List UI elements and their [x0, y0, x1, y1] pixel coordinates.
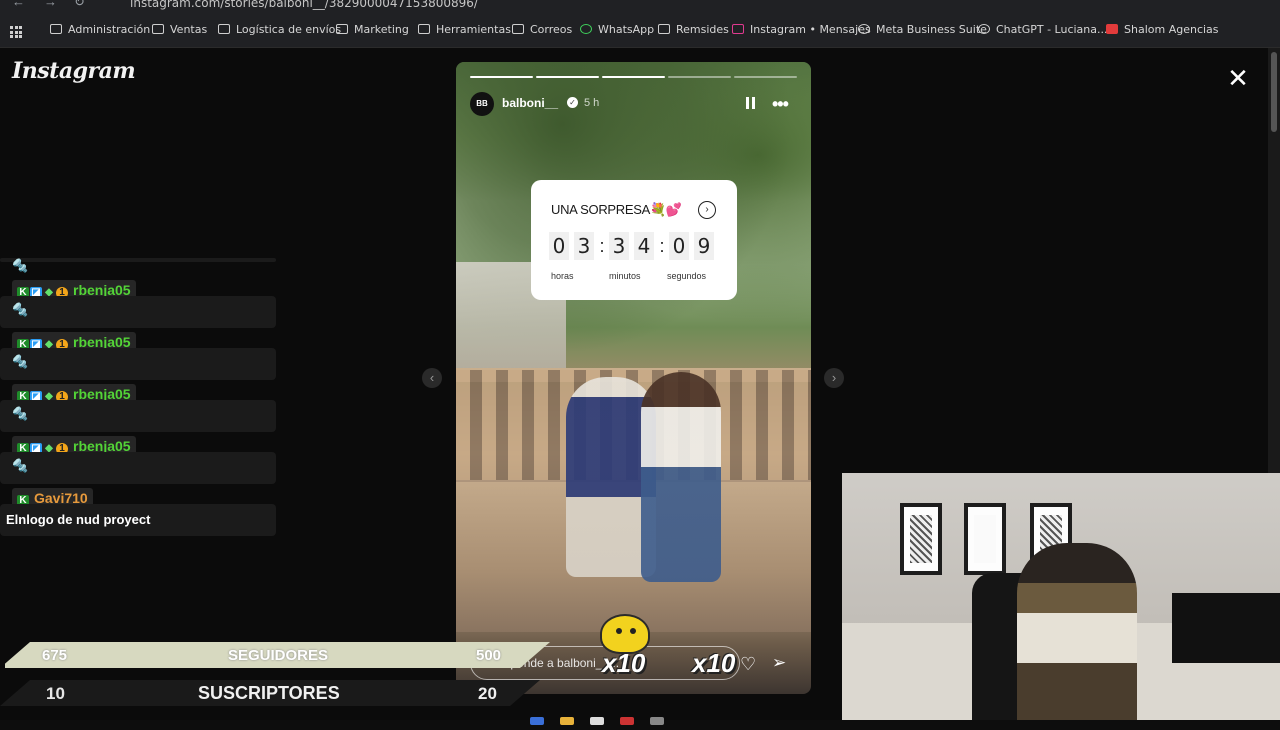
countdown-label-minutes: minutos: [609, 271, 641, 281]
followers-label: SEGUIDORES: [228, 647, 329, 664]
verified-icon: ✓: [567, 97, 578, 108]
countdown-label-seconds: segundos: [667, 271, 707, 281]
bookmark-logistica[interactable]: Logística de envíos: [218, 23, 341, 36]
webcam-overlay: [842, 473, 1280, 720]
chat-message: [0, 296, 276, 328]
countdown-digit: 9: [694, 232, 714, 260]
countdown-digit: 0: [549, 232, 569, 260]
folder-icon: [218, 24, 230, 34]
wall-frame: [900, 503, 942, 575]
taskbar-app-icon[interactable]: [650, 717, 664, 725]
multiplier-label: x10: [692, 648, 736, 678]
followers-current: 675: [42, 647, 68, 664]
chevron-right-icon[interactable]: ›: [698, 201, 716, 219]
bookmark-meta-business[interactable]: Meta Business Suite: [858, 23, 987, 36]
send-icon[interactable]: ➢: [772, 653, 786, 673]
reload-icon[interactable]: ↻: [74, 0, 85, 10]
heart-icon[interactable]: ♡: [740, 654, 756, 675]
folder-icon: [418, 24, 430, 34]
bookmark-instagram-mensajes[interactable]: Instagram • Mensajes: [732, 23, 871, 36]
bookmark-administracion[interactable]: Administración: [50, 23, 150, 36]
bookmark-shalom[interactable]: Shalom Agencias: [1106, 23, 1219, 36]
story-image-person: [641, 372, 721, 582]
bookmark-ventas[interactable]: Ventas: [152, 23, 207, 36]
taskbar-app-icon[interactable]: [560, 717, 574, 725]
apps-grid-icon[interactable]: [10, 26, 22, 38]
wall-frame: [964, 503, 1006, 575]
previous-story-button[interactable]: ‹: [422, 368, 442, 388]
subscribers-current: 10: [46, 684, 65, 703]
folder-icon: [512, 24, 524, 34]
folder-icon: [336, 24, 348, 34]
story-username[interactable]: balboni__: [502, 96, 558, 110]
instagram-logo[interactable]: Instagram: [12, 58, 136, 84]
multiplier-label: x10: [602, 648, 646, 678]
browser-top-bar: ← → ↻ instagram.com/stories/balboni__/38…: [0, 0, 1280, 12]
chat-message: [0, 348, 276, 380]
folder-icon: [50, 24, 62, 34]
chat-message: [0, 452, 276, 484]
taskbar-app-icon[interactable]: [530, 717, 544, 725]
bookmark-whatsapp[interactable]: WhatsApp: [580, 23, 654, 36]
countdown-digit: 4: [634, 232, 654, 260]
story-card[interactable]: BB balboni__ ✓ 5 h ••• UNA SORPRESA💐💕 › …: [456, 62, 811, 694]
bookmark-marketing[interactable]: Marketing: [336, 23, 409, 36]
avatar[interactable]: BB: [470, 92, 494, 116]
chat-emote: 🔩: [12, 302, 29, 317]
countdown-digit: 3: [574, 232, 594, 260]
countdown-sticker[interactable]: UNA SORPRESA💐💕 › 0 3 : 3 4 : 0 9 horas m…: [531, 180, 737, 300]
meta-icon: [858, 24, 870, 34]
taskbar-app-icon[interactable]: [620, 717, 634, 725]
shalom-icon: [1106, 24, 1118, 34]
story-time: 5 h: [584, 97, 600, 109]
forward-icon[interactable]: →: [44, 0, 57, 9]
taskbar-app-icon[interactable]: [590, 717, 604, 725]
next-story-button[interactable]: ›: [824, 368, 844, 388]
more-options-icon[interactable]: •••: [772, 94, 789, 115]
whatsapp-icon: [580, 24, 592, 34]
bookmark-remsides[interactable]: Remsides: [658, 23, 729, 36]
monitor: [1172, 593, 1280, 663]
close-icon[interactable]: ✕: [1226, 65, 1250, 91]
countdown-digit: 0: [669, 232, 689, 260]
bookmark-correos[interactable]: Correos: [512, 23, 572, 36]
address-bar[interactable]: instagram.com/stories/balboni__/38290000…: [130, 0, 478, 10]
streamer: [1017, 543, 1137, 720]
chat-emote: 🔩: [12, 458, 29, 473]
chat-emote: 🔩: [12, 406, 29, 421]
story-progress: [470, 76, 797, 78]
chat-emote: 🔩: [12, 354, 29, 369]
pause-icon[interactable]: [746, 97, 756, 109]
bookmark-herramientas[interactable]: Herramientas: [418, 23, 511, 36]
followers-goal-bar: 675 SEGUIDORES 500: [0, 642, 550, 668]
folder-icon: [152, 24, 164, 34]
bookmark-chatgpt[interactable]: ChatGPT - Luciana...: [978, 23, 1108, 36]
sheet-icon: [658, 24, 670, 34]
scrollbar[interactable]: [1268, 48, 1280, 478]
chat-emote: 🔩: [12, 258, 29, 273]
instagram-icon: [732, 24, 744, 34]
countdown-title: UNA SORPRESA💐💕: [551, 202, 682, 217]
countdown-label-hours: horas: [551, 271, 574, 281]
bookmarks-bar: Administración Ventas Logística de envío…: [0, 12, 1280, 48]
chatgpt-icon: [978, 24, 990, 34]
taskbar: [530, 712, 750, 725]
subscribers-goal: 20: [478, 684, 497, 703]
countdown-separator: :: [599, 236, 605, 256]
back-icon[interactable]: ←: [12, 0, 25, 9]
subscribers-goal-bar: 10 SUSCRIPTORES 20: [0, 680, 540, 706]
countdown-separator: :: [659, 236, 665, 256]
countdown-digits: 0 3 : 3 4 : 0 9: [549, 232, 719, 262]
subscribers-label: SUSCRIPTORES: [198, 683, 340, 703]
countdown-digit: 3: [609, 232, 629, 260]
chat-message-text: Elnlogo de nud proyect: [6, 512, 151, 527]
chat-message: [0, 400, 276, 432]
followers-goal: 500: [476, 647, 502, 664]
